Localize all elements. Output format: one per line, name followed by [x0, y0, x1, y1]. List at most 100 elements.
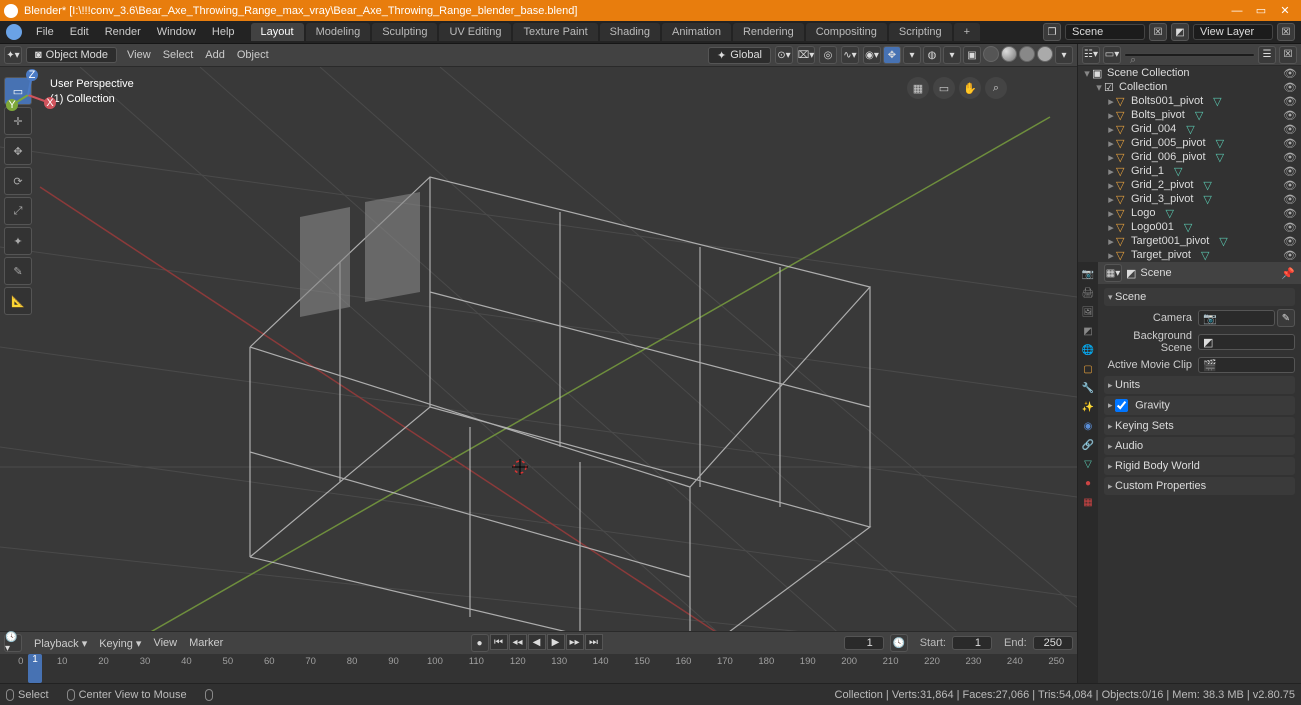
props-tab-constraint[interactable]: 🔗	[1080, 437, 1096, 453]
twisty-icon[interactable]: ▸	[1106, 193, 1116, 206]
section-units[interactable]: Units	[1104, 376, 1295, 394]
outliner-node[interactable]: ▸▽Grid_005_pivot▽👁	[1078, 136, 1301, 150]
shading-options-button[interactable]: ▾	[1055, 46, 1073, 64]
end-frame-field[interactable]: 250	[1033, 636, 1073, 650]
props-tab-world[interactable]: 🌐	[1080, 342, 1096, 358]
current-frame-field[interactable]: 1	[844, 636, 884, 650]
props-tab-data[interactable]: ▽	[1080, 456, 1096, 472]
twisty-icon[interactable]: ▸	[1106, 95, 1116, 108]
camera-eyedrop-button[interactable]: ✎	[1277, 309, 1295, 327]
visibility-toggle[interactable]: 👁	[1283, 221, 1297, 234]
shading-wireframe-button[interactable]	[983, 46, 999, 62]
visibility-toggle[interactable]: 👁	[1283, 67, 1297, 80]
visibility-toggle[interactable]: 👁	[1283, 179, 1297, 192]
visibility-toggle[interactable]: 👁	[1283, 81, 1297, 94]
tl-menu-playback[interactable]: Playback ▾	[28, 637, 93, 650]
editor-type-button[interactable]: ✦▾	[4, 46, 22, 64]
outliner-node[interactable]: ▸▽Bolts001_pivot▽👁	[1078, 94, 1301, 108]
tl-menu-marker[interactable]: Marker	[183, 637, 229, 650]
twisty-icon[interactable]: ▸	[1106, 221, 1116, 234]
props-editor-type-button[interactable]: ▦▾	[1104, 264, 1122, 282]
menu-help[interactable]: Help	[204, 26, 243, 38]
overlay-options-button[interactable]: ▾	[943, 46, 961, 64]
outliner-filter-button[interactable]: ☰	[1258, 46, 1276, 64]
proportional-falloff-button[interactable]: ∿▾	[841, 46, 859, 64]
workspace-tab-rendering[interactable]: Rendering	[733, 23, 804, 41]
vp-menu-add[interactable]: Add	[199, 49, 231, 61]
props-tab-texture[interactable]: ▦	[1080, 494, 1096, 510]
outliner-node[interactable]: ▸▽Target001_pivot▽👁	[1078, 234, 1301, 248]
visibility-button[interactable]: ◉▾	[863, 46, 881, 64]
section-rigid-body-world[interactable]: Rigid Body World	[1104, 457, 1295, 475]
workspace-tab-modeling[interactable]: Modeling	[306, 23, 371, 41]
gizmo-toggle-button[interactable]: ✥	[883, 46, 901, 64]
proportional-button[interactable]: ◎	[819, 46, 837, 64]
snap-button[interactable]: ⌧▾	[797, 46, 815, 64]
outliner-node[interactable]: ▸▽Grid_1▽👁	[1078, 164, 1301, 178]
visibility-toggle[interactable]: 👁	[1283, 137, 1297, 150]
workspace-tab-layout[interactable]: Layout	[251, 23, 304, 41]
outliner-node[interactable]: ▸▽Logo001▽👁	[1078, 220, 1301, 234]
outliner-node[interactable]: ▸▽Target_pivot▽👁	[1078, 248, 1301, 262]
outliner-node[interactable]: ▾☑Collection👁	[1078, 80, 1301, 94]
props-tab-scene[interactable]: ◩	[1080, 323, 1096, 339]
section-gravity[interactable]: Gravity	[1104, 396, 1295, 415]
outliner-node[interactable]: ▸▽Grid_004▽👁	[1078, 122, 1301, 136]
props-tab-particle[interactable]: ✨	[1080, 399, 1096, 415]
tl-menu-keying[interactable]: Keying ▾	[93, 637, 147, 650]
shading-lookdev-button[interactable]	[1019, 46, 1035, 62]
minimize-button[interactable]: —	[1225, 5, 1249, 17]
pan-button[interactable]: ✋	[959, 77, 981, 99]
workspace-tab-compositing[interactable]: Compositing	[806, 23, 887, 41]
keyframe-prev-button[interactable]: ◂◂	[509, 634, 527, 650]
outliner-tree[interactable]: ▾▣Scene Collection👁▾☑Collection👁▸▽Bolts0…	[1078, 66, 1301, 262]
vp-menu-view[interactable]: View	[121, 49, 157, 61]
annotate-tool[interactable]: ✎	[4, 257, 32, 285]
visibility-toggle[interactable]: 👁	[1283, 95, 1297, 108]
outliner-view-button[interactable]: ▭▾	[1103, 46, 1121, 64]
jump-start-button[interactable]: ⏮	[490, 634, 508, 650]
visibility-toggle[interactable]: 👁	[1283, 249, 1297, 262]
twisty-icon[interactable]: ▾	[1082, 67, 1092, 80]
move-tool[interactable]: ✥	[4, 137, 32, 165]
vp-menu-select[interactable]: Select	[157, 49, 200, 61]
jump-end-button[interactable]: ⏭	[585, 634, 603, 650]
play-button[interactable]: ▶	[547, 634, 565, 650]
props-tab-modifier[interactable]: 🔧	[1080, 380, 1096, 396]
outliner-display-mode-button[interactable]: ☷▾	[1082, 46, 1100, 64]
section-audio[interactable]: Audio	[1104, 437, 1295, 455]
props-tab-physics[interactable]: ◉	[1080, 418, 1096, 434]
workspace-tab-sculpting[interactable]: Sculpting	[372, 23, 437, 41]
visibility-toggle[interactable]: 👁	[1283, 193, 1297, 206]
start-frame-field[interactable]: 1	[952, 636, 992, 650]
workspace-tab-scripting[interactable]: Scripting	[889, 23, 952, 41]
section-scene[interactable]: Scene	[1104, 288, 1295, 306]
outliner-node[interactable]: ▸▽Logo▽👁	[1078, 206, 1301, 220]
menu-edit[interactable]: Edit	[62, 26, 97, 38]
nav-gizmo[interactable]: X Y Z	[0, 67, 56, 123]
viewlayer-new-button[interactable]: ☒	[1277, 23, 1295, 41]
bgscene-field[interactable]: ◩	[1198, 334, 1295, 350]
props-tab-object[interactable]: ▢	[1080, 361, 1096, 377]
visibility-toggle[interactable]: 👁	[1283, 109, 1297, 122]
measure-tool[interactable]: 📐	[4, 287, 32, 315]
outliner-node[interactable]: ▸▽Grid_3_pivot▽👁	[1078, 192, 1301, 206]
xray-button[interactable]: ▣	[963, 46, 981, 64]
viewlayer-icon[interactable]: ◩	[1171, 23, 1189, 41]
tl-menu-view[interactable]: View	[147, 637, 183, 650]
twisty-icon[interactable]: ▸	[1106, 249, 1116, 262]
twisty-icon[interactable]: ▾	[1094, 81, 1104, 94]
visibility-toggle[interactable]: 👁	[1283, 207, 1297, 220]
shading-rendered-button[interactable]	[1037, 46, 1053, 62]
twisty-icon[interactable]: ▸	[1106, 207, 1116, 220]
visibility-toggle[interactable]: 👁	[1283, 151, 1297, 164]
camera-view-button[interactable]: ▦	[907, 77, 929, 99]
outliner-search-input[interactable]	[1124, 53, 1255, 57]
autokey-button[interactable]: ●	[471, 634, 489, 652]
twisty-icon[interactable]: ▸	[1106, 151, 1116, 164]
outliner-node[interactable]: ▾▣Scene Collection👁	[1078, 66, 1301, 80]
section-custom-properties[interactable]: Custom Properties	[1104, 477, 1295, 495]
clip-field[interactable]: 🎬	[1198, 357, 1295, 373]
twisty-icon[interactable]: ▸	[1106, 137, 1116, 150]
scene-new-button[interactable]: ☒	[1149, 23, 1167, 41]
